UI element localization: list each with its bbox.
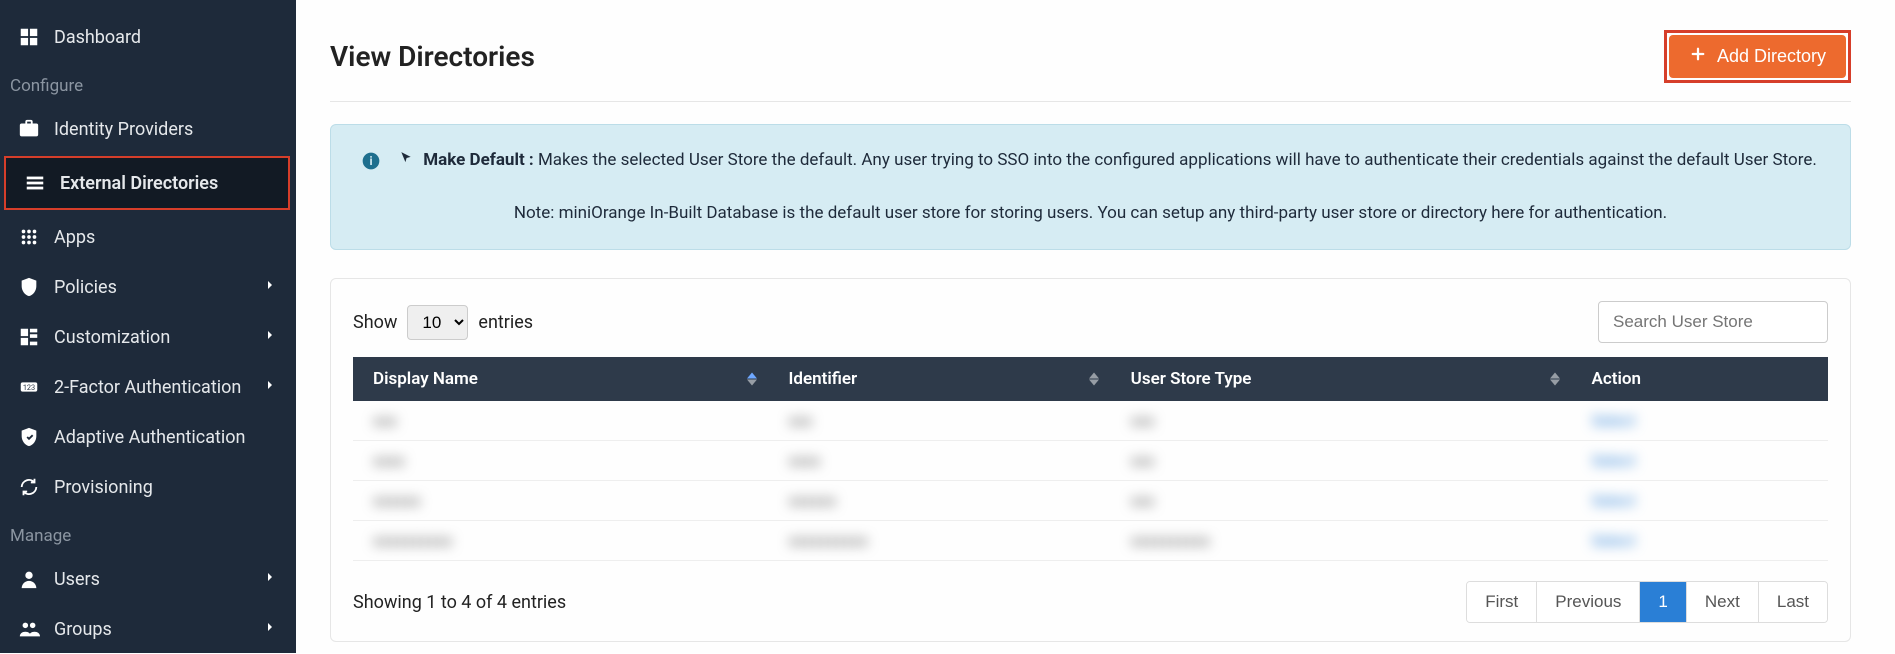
sidebar-item-label: 2-Factor Authentication	[54, 377, 241, 398]
table-row: xxx xxx xxx Select	[353, 401, 1828, 441]
table-row: xxxx xxxx xxx Select	[353, 441, 1828, 481]
sidebar-item-apps[interactable]: Apps	[0, 212, 296, 262]
pager-first[interactable]: First	[1467, 582, 1537, 622]
sidebar-item-2fa[interactable]: 123 2-Factor Authentication	[0, 362, 296, 412]
sidebar-item-label: Apps	[54, 227, 95, 248]
customization-icon	[18, 326, 40, 348]
sidebar-item-groups[interactable]: Groups	[0, 604, 296, 654]
identity-icon	[18, 118, 40, 140]
sort-icon	[1550, 373, 1560, 386]
sidebar-item-identity-providers[interactable]: Identity Providers	[0, 104, 296, 154]
sidebar-item-label: Policies	[54, 277, 117, 298]
entries-count: Showing 1 to 4 of 4 entries	[353, 592, 566, 613]
row-action[interactable]: Select	[1572, 441, 1828, 481]
chevron-right-icon	[262, 277, 278, 298]
chevron-right-icon	[262, 377, 278, 398]
col-user-store-type[interactable]: User Store Type	[1111, 357, 1572, 401]
col-display-name[interactable]: Display Name	[353, 357, 769, 401]
sidebar-section-manage: Manage	[0, 512, 296, 554]
pagination: First Previous 1 Next Last	[1466, 581, 1828, 623]
pager-next[interactable]: Next	[1687, 582, 1759, 622]
sort-icon	[1089, 373, 1099, 386]
sidebar-item-policies[interactable]: Policies	[0, 262, 296, 312]
info-bold-label: Make Default :	[423, 150, 534, 170]
sidebar-item-label: Identity Providers	[54, 119, 193, 140]
dashboard-icon	[18, 26, 40, 48]
pager-page-1[interactable]: 1	[1640, 582, 1686, 622]
plus-icon	[1689, 45, 1707, 68]
svg-text:i: i	[369, 154, 372, 168]
sidebar-item-customization[interactable]: Customization	[0, 312, 296, 362]
info-description: Makes the selected User Store the defaul…	[538, 150, 1817, 170]
pager-prev[interactable]: Previous	[1537, 582, 1640, 622]
sidebar-item-label: Groups	[54, 619, 112, 640]
sort-icon	[747, 373, 757, 386]
info-text: Make Default : Makes the selected User S…	[399, 147, 1817, 174]
page-header: View Directories Add Directory	[330, 30, 1851, 102]
chevron-right-icon	[262, 569, 278, 590]
sidebar-item-dashboard[interactable]: Dashboard	[0, 12, 296, 62]
sidebar-item-label: Dashboard	[54, 27, 141, 48]
row-action[interactable]: Select	[1572, 481, 1828, 521]
row-action[interactable]: Select	[1572, 521, 1828, 561]
row-action[interactable]: Select	[1572, 401, 1828, 441]
svg-text:123: 123	[23, 383, 35, 392]
sidebar-item-users[interactable]: Users	[0, 554, 296, 604]
groups-icon	[18, 618, 40, 640]
sidebar-item-label: Users	[54, 569, 100, 590]
add-directory-button[interactable]: Add Directory	[1669, 35, 1846, 78]
info-note: Note: miniOrange In-Built Database is th…	[361, 200, 1820, 227]
add-directory-highlight: Add Directory	[1664, 30, 1851, 83]
sidebar-section-configure: Configure	[0, 62, 296, 104]
sidebar-item-external-directories[interactable]: External Directories	[4, 156, 290, 210]
add-directory-label: Add Directory	[1717, 46, 1826, 67]
chevron-right-icon	[262, 619, 278, 640]
sidebar: Dashboard Configure Identity Providers E…	[0, 0, 296, 653]
cursor-icon	[399, 147, 413, 174]
show-label: Show	[353, 312, 397, 333]
main-content: View Directories Add Directory i Make De…	[296, 0, 1895, 653]
pager-last[interactable]: Last	[1759, 582, 1827, 622]
sidebar-item-label: Provisioning	[54, 477, 153, 498]
users-icon	[18, 568, 40, 590]
info-banner: i Make Default : Makes the selected User…	[330, 124, 1851, 250]
entries-selector: Show 10 entries	[353, 305, 533, 340]
entries-select[interactable]: 10	[407, 305, 468, 340]
provisioning-icon	[18, 476, 40, 498]
info-icon: i	[361, 151, 381, 171]
table-footer: Showing 1 to 4 of 4 entries First Previo…	[353, 581, 1828, 623]
chevron-right-icon	[262, 327, 278, 348]
directories-card: Show 10 entries Display Name Identifier	[330, 278, 1851, 642]
col-action: Action	[1572, 357, 1828, 401]
sidebar-item-label: Adaptive Authentication	[54, 427, 245, 448]
table-controls: Show 10 entries	[353, 301, 1828, 343]
apps-icon	[18, 226, 40, 248]
twofa-icon: 123	[18, 376, 40, 398]
sidebar-item-label: External Directories	[60, 173, 218, 194]
search-input[interactable]	[1598, 301, 1828, 343]
page-title: View Directories	[330, 40, 535, 73]
sidebar-item-adaptive-auth[interactable]: Adaptive Authentication	[0, 412, 296, 462]
sidebar-item-provisioning[interactable]: Provisioning	[0, 462, 296, 512]
directories-table: Display Name Identifier User Store Type …	[353, 357, 1828, 561]
adaptive-icon	[18, 426, 40, 448]
sidebar-item-label: Customization	[54, 327, 170, 348]
table-row: xxxxxx xxxxxx xxx Select	[353, 481, 1828, 521]
entries-label: entries	[478, 312, 533, 333]
table-row: xxxxxxxxxx xxxxxxxxxx xxxxxxxxxx Select	[353, 521, 1828, 561]
directories-icon	[24, 172, 46, 194]
col-identifier[interactable]: Identifier	[769, 357, 1111, 401]
policies-icon	[18, 276, 40, 298]
